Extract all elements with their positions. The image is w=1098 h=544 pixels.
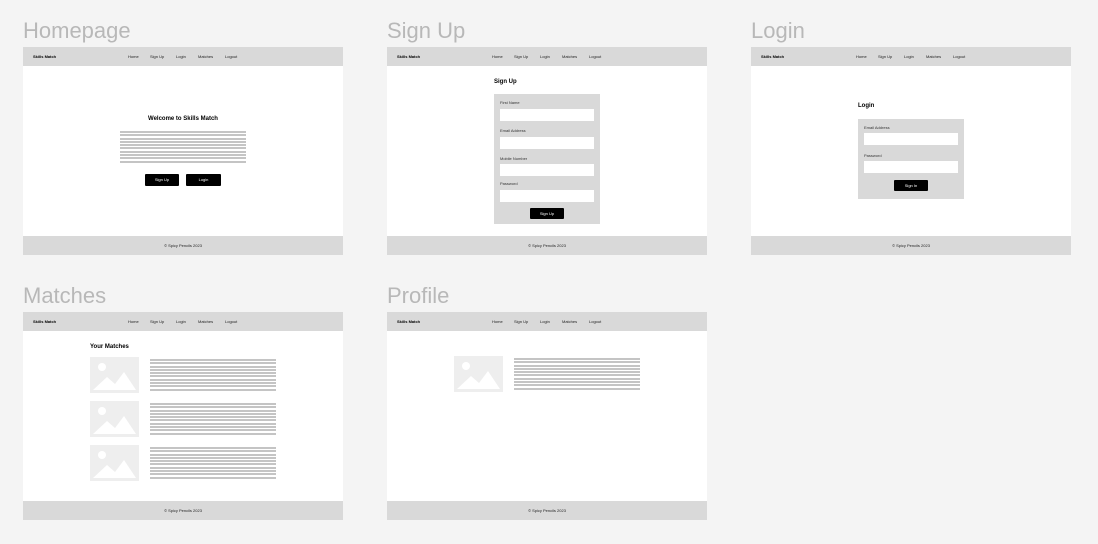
footer-copyright: © Spicy Pencils 2023 [164,243,202,248]
signup-heading: Sign Up [494,79,517,85]
nav-link-signup[interactable]: Sign Up [878,54,892,59]
frame-title-homepage: Homepage [23,18,131,43]
first-name-label: First Name [500,100,520,105]
password-field[interactable] [500,190,594,202]
frame-title-profile: Profile [387,283,450,308]
nav-link-signup[interactable]: Sign Up [150,319,164,324]
match-text-placeholder [150,447,276,480]
nav-link-home[interactable]: Home [128,319,139,324]
footer: © Spicy Pencils 2023 [23,501,343,520]
nav-link-home[interactable]: Home [856,54,867,59]
image-icon [90,357,139,393]
password-label: Password [500,181,518,186]
mobile-field[interactable] [500,164,594,176]
nav-link-signup[interactable]: Sign Up [514,319,528,324]
login-heading: Login [858,103,875,109]
nav-link-matches[interactable]: Matches [198,54,213,59]
footer-copyright: © Spicy Pencils 2023 [528,243,566,248]
nav-link-matches[interactable]: Matches [198,319,213,324]
match-text-placeholder [150,403,276,436]
image-icon [90,401,139,437]
mobile-label: Mobile Number [500,156,528,161]
image-icon [90,445,139,481]
nav-link-login[interactable]: Login [540,54,550,59]
password-label: Password [864,153,882,158]
match-text-placeholder [150,359,276,392]
signup-button[interactable]: Sign Up [145,174,179,186]
frame-title-matches: Matches [23,283,107,308]
nav-bar: Skills Match Home Sign Up Login Matches … [23,312,343,331]
nav-link-login[interactable]: Login [904,54,914,59]
footer-copyright: © Spicy Pencils 2023 [892,243,930,248]
nav-link-logout[interactable]: Logout [225,319,237,324]
signup-submit-button[interactable]: Sign Up [530,208,564,219]
footer: © Spicy Pencils 2023 [387,501,707,520]
nav-bar: Skills Match Home Sign Up Login Matches … [387,312,707,331]
profile-text-placeholder [514,358,640,391]
nav-link-login[interactable]: Login [176,319,186,324]
email-field[interactable] [864,133,958,145]
footer: © Spicy Pencils 2023 [387,236,707,255]
nav-link-matches[interactable]: Matches [562,319,577,324]
nav-bar: Skills Match Home Sign Up Login Matches … [387,47,707,66]
nav-link-home[interactable]: Home [128,54,139,59]
frame-title-login: Login [751,18,805,43]
frame-title-signup: Sign Up [387,18,466,43]
signin-button[interactable]: Sign In [894,180,928,191]
nav-link-login[interactable]: Login [540,319,550,324]
nav-link-logout[interactable]: Logout [589,54,601,59]
nav-link-signup[interactable]: Sign Up [150,54,164,59]
email-label: Email Address [500,128,526,133]
login-form: Email Address Password Sign In [858,119,964,199]
nav-link-logout[interactable]: Logout [225,54,237,59]
homepage-frame: Skills Match Home Sign Up Login Matches … [23,47,343,255]
password-field[interactable] [864,161,958,173]
signup-form: First Name Email Address Mobile Number P… [494,94,600,224]
nav-bar: Skills Match Home Sign Up Login Matches … [751,47,1071,66]
first-name-field[interactable] [500,109,594,121]
matches-heading: Your Matches [90,344,129,350]
nav-link-logout[interactable]: Logout [589,319,601,324]
nav-link-home[interactable]: Home [492,54,503,59]
signup-frame: Skills Match Home Sign Up Login Matches … [387,47,707,255]
nav-link-matches[interactable]: Matches [926,54,941,59]
nav-link-logout[interactable]: Logout [953,54,965,59]
email-field[interactable] [500,137,594,149]
footer: © Spicy Pencils 2023 [751,236,1071,255]
matches-frame: Skills Match Home Sign Up Login Matches … [23,312,343,520]
login-frame: Skills Match Home Sign Up Login Matches … [751,47,1071,255]
footer-copyright: © Spicy Pencils 2023 [528,508,566,513]
footer: © Spicy Pencils 2023 [23,236,343,255]
welcome-heading: Welcome to Skills Match [148,116,218,122]
footer-copyright: © Spicy Pencils 2023 [164,508,202,513]
text-placeholder [120,131,246,164]
nav-bar: Skills Match Home Sign Up Login Matches … [23,47,343,66]
profile-frame: Skills Match Home Sign Up Login Matches … [387,312,707,520]
nav-link-home[interactable]: Home [492,319,503,324]
nav-link-signup[interactable]: Sign Up [514,54,528,59]
nav-link-login[interactable]: Login [176,54,186,59]
email-label: Email Address [864,125,890,130]
nav-link-matches[interactable]: Matches [562,54,577,59]
login-button[interactable]: Login [186,174,221,186]
profile-image-icon [454,356,503,392]
